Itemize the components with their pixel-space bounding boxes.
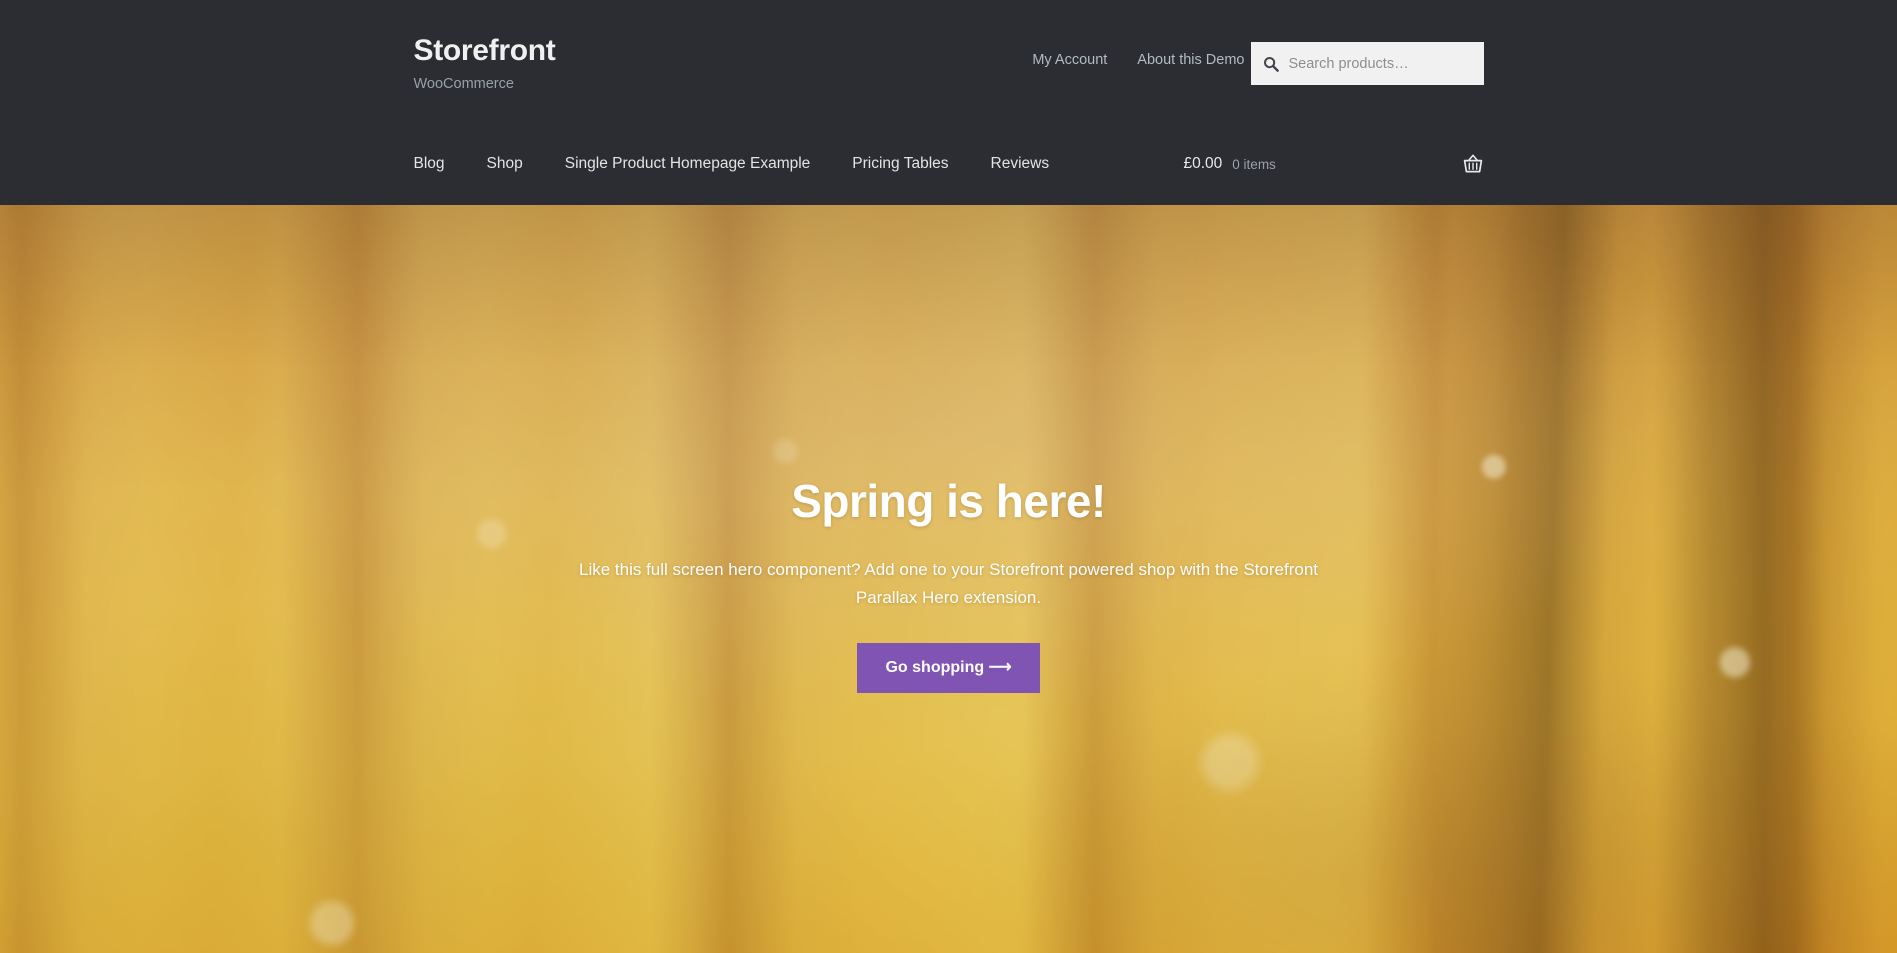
hero-description: Like this full screen hero component? Ad… xyxy=(579,559,1318,607)
nav-item-shop[interactable]: Shop xyxy=(487,155,523,173)
primary-navigation: Blog Shop Single Product Homepage Exampl… xyxy=(414,138,1050,190)
site-header: Storefront WooCommerce My Account About … xyxy=(0,0,1897,205)
cart-total-amount: £0.00 xyxy=(1183,155,1223,172)
header-inner: Storefront WooCommerce My Account About … xyxy=(414,0,1484,205)
cart-item-count: 0 items xyxy=(1232,156,1276,172)
nav-item-single-product-homepage-example[interactable]: Single Product Homepage Example xyxy=(565,155,811,173)
nav-item-pricing-tables[interactable]: Pricing Tables xyxy=(852,155,948,173)
site-branding[interactable]: Storefront WooCommerce xyxy=(414,34,556,93)
primary-navigation-bar: Blog Shop Single Product Homepage Exampl… xyxy=(414,138,1484,190)
nav-item-blog[interactable]: Blog xyxy=(414,155,445,173)
basket-icon[interactable] xyxy=(1462,153,1484,175)
search-input[interactable] xyxy=(1288,55,1472,72)
hero-content: Spring is here! Like this full screen he… xyxy=(449,475,1449,694)
site-title[interactable]: Storefront xyxy=(414,34,556,67)
search-icon xyxy=(1263,56,1279,72)
cart-contents[interactable]: £0.00 0 items xyxy=(1184,138,1484,190)
parallax-hero-section: Spring is here! Like this full screen he… xyxy=(0,205,1897,953)
go-shopping-button[interactable]: Go shopping ⟶ xyxy=(857,643,1040,694)
secondary-nav-item-my-account[interactable]: My Account xyxy=(1032,52,1107,68)
storefront-homepage: Storefront WooCommerce My Account About … xyxy=(0,0,1897,953)
secondary-navigation: My Account About this Demo xyxy=(1032,52,1244,68)
product-search-form[interactable] xyxy=(1250,42,1484,85)
nav-item-reviews[interactable]: Reviews xyxy=(991,155,1050,173)
site-description: WooCommerce xyxy=(413,76,514,92)
secondary-nav-item-about-this-demo[interactable]: About this Demo xyxy=(1137,52,1244,68)
hero-title: Spring is here! xyxy=(791,475,1106,527)
